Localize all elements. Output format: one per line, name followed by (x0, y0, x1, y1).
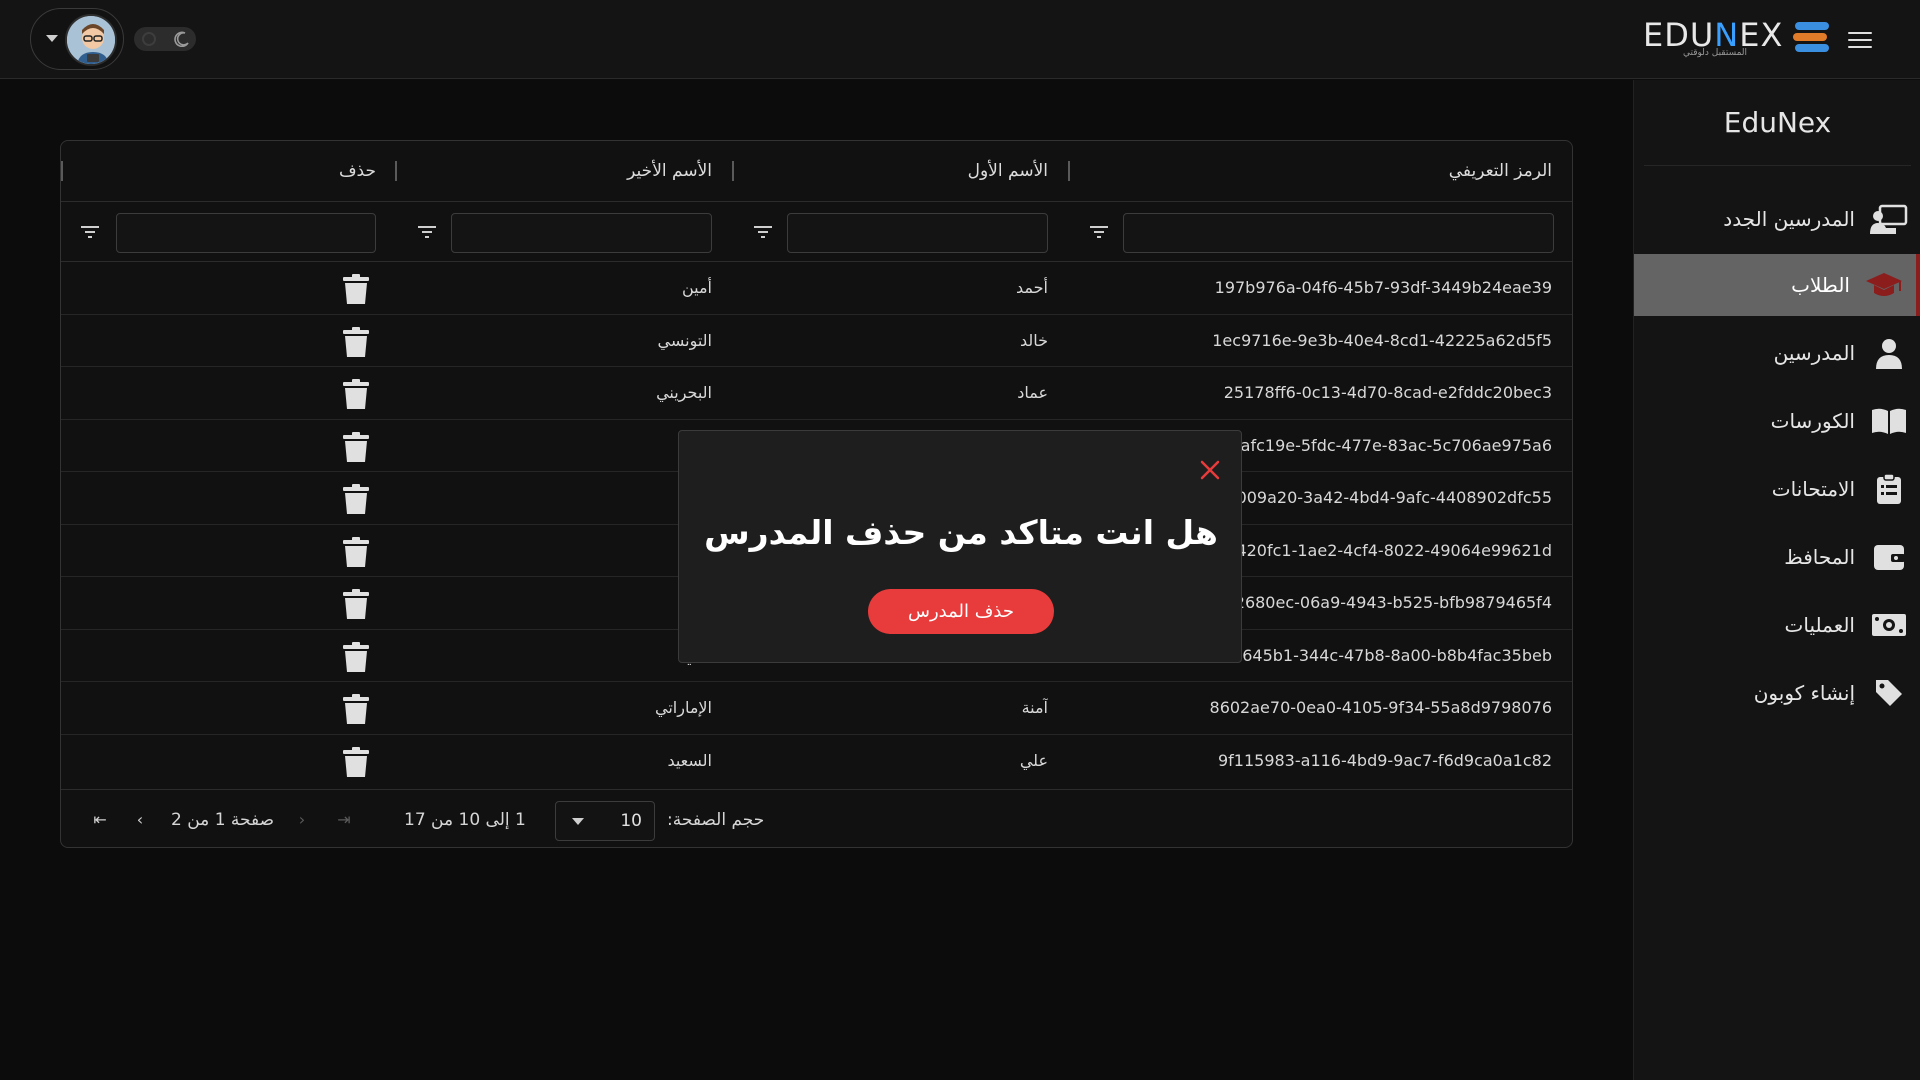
sidebar-item-wallets[interactable]: المحافظ (1634, 526, 1920, 588)
cell-first-name: عماد (1017, 383, 1048, 402)
last-page-button[interactable]: ⇥ (333, 809, 355, 831)
chevron-down-icon (46, 35, 58, 42)
teacher-board-icon (1869, 202, 1909, 236)
cell-first-name: آمنة (1021, 698, 1048, 717)
cell-first-name: علي (1019, 750, 1048, 770)
filter-row (61, 202, 1572, 262)
sidebar-item-courses[interactable]: الكورسات (1634, 390, 1920, 452)
wallet-icon (1869, 540, 1909, 574)
trash-icon[interactable] (342, 273, 370, 305)
filter-input-first-name[interactable] (787, 213, 1048, 253)
cell-last-name: التونسي (657, 330, 712, 350)
sidebar-item-students[interactable]: الطلاب (1634, 254, 1920, 316)
table-row: 25178ff6-0c13-4d70-8cad-e2fddc20bec3 عما… (61, 367, 1572, 420)
chevron-down-icon (572, 818, 584, 825)
first-page-button[interactable]: ⇤ (89, 809, 111, 831)
theme-toggle[interactable] (134, 27, 196, 51)
menu-toggle-button[interactable] (1848, 32, 1872, 50)
tag-icon (1869, 676, 1909, 710)
page-indicator: صفحة 1 من 2 (171, 810, 275, 830)
cell-id: 25178ff6-0c13-4d70-8cad-e2fddc20bec3 (1223, 383, 1552, 402)
avatar (65, 14, 117, 66)
column-header-id[interactable]: الرمز التعريفي (1141, 141, 1552, 202)
trash-icon[interactable] (342, 693, 370, 725)
book-icon (1869, 404, 1909, 438)
trash-icon[interactable] (342, 431, 370, 463)
filter-icon[interactable] (1090, 225, 1108, 239)
sidebar-item-exams[interactable]: الامتحانات (1634, 458, 1920, 520)
sun-icon (142, 32, 156, 46)
sidebar: EduNex المدرسين الجدد الطلاب المدرسين ال… (1633, 80, 1920, 1080)
sidebar-item-create-coupon[interactable]: إنشاء كوبون (1634, 662, 1920, 724)
filter-icon[interactable] (81, 225, 99, 239)
close-icon[interactable] (1199, 459, 1221, 481)
sidebar-item-teachers[interactable]: المدرسين (1634, 322, 1920, 384)
cell-first-name: أحمد (1016, 278, 1048, 297)
cell-id: 9f115983-a116-4bd9-9ac7-f6d9ca0a1c82 (1217, 750, 1552, 770)
column-header-first-name[interactable]: الأسم الأول (801, 141, 1048, 202)
money-icon (1869, 608, 1909, 642)
filter-icon[interactable] (418, 225, 436, 239)
user-icon (1869, 336, 1909, 370)
trash-icon[interactable] (342, 326, 370, 358)
confirm-delete-button[interactable]: حذف المدرس (868, 589, 1054, 634)
cell-last-name: له (461, 420, 712, 472)
column-resize-handle[interactable] (732, 161, 734, 181)
cell-last-name: ري (461, 525, 712, 577)
cell-last-name: علي (461, 630, 712, 682)
next-page-button[interactable]: › (291, 809, 313, 831)
previous-page-button[interactable]: ‹ (129, 809, 151, 831)
table-header: الرمز التعريفي الأسم الأول الأسم الأخير … (61, 141, 1572, 202)
cell-last-name (461, 472, 712, 524)
trash-icon[interactable] (342, 588, 370, 620)
delete-confirm-dialog: هل انت متاكد من حذف المدرس حذف المدرس (678, 430, 1242, 663)
cell-last-name: البحريني (656, 383, 712, 402)
row-range-text: 1 إلى 10 من 17 (404, 810, 526, 830)
cell-id: 1ec9716e-9e3b-40e4-8cd1-42225a62d5f5 (1212, 330, 1552, 350)
moon-icon (174, 31, 189, 47)
column-resize-handle[interactable] (395, 161, 397, 181)
trash-icon[interactable] (342, 536, 370, 568)
trash-icon[interactable] (342, 746, 370, 778)
page-size-label: حجم الصفحة: (667, 810, 765, 830)
dialog-title: هل انت متاكد من حذف المدرس (704, 513, 1218, 552)
table-row: 1ec9716e-9e3b-40e4-8cd1-42225a62d5f5 خال… (61, 315, 1572, 367)
filter-input-id[interactable] (1123, 213, 1554, 253)
filter-input-delete[interactable] (116, 213, 376, 253)
trash-icon[interactable] (342, 378, 370, 410)
sidebar-item-transactions[interactable]: العمليات (1634, 594, 1920, 656)
cell-first-name: خالد (1019, 330, 1048, 350)
filter-input-last-name[interactable] (451, 213, 712, 253)
table-row: 9f115983-a116-4bd9-9ac7-f6d9ca0a1c82 علي… (61, 735, 1572, 788)
cell-id: 197b976a-04f6-45b7-93df-3449b24eae39 (1214, 278, 1552, 297)
edunex-logo: EDUNEX المستقبل دلوقتي (1643, 16, 1833, 62)
trash-icon[interactable] (342, 483, 370, 515)
sidebar-brand-title: EduNex (1644, 100, 1911, 166)
table-row: 8602ae70-0ea0-4105-9f34-55a8d9798076 آمن… (61, 682, 1572, 735)
cell-last-name: الإماراتي (655, 698, 712, 717)
sidebar-item-new-teachers[interactable]: المدرسين الجدد (1634, 188, 1920, 250)
graduation-cap-icon (1864, 268, 1904, 302)
pagination-bar: حجم الصفحة: 10 1 إلى 10 من 17 ⇥ › صفحة 1… (61, 789, 1572, 849)
top-bar: EDUNEX المستقبل دلوقتي (0, 0, 1920, 79)
column-resize-handle[interactable] (1068, 161, 1070, 181)
filter-icon[interactable] (754, 225, 772, 239)
logo-mark-icon (1793, 22, 1829, 52)
cell-last-name: أمين (681, 278, 712, 297)
column-resize-handle[interactable] (61, 161, 63, 181)
column-header-delete[interactable]: حذف (161, 141, 376, 202)
cell-last-name: السعيد (667, 750, 712, 770)
clipboard-icon (1869, 472, 1909, 506)
profile-menu-button[interactable] (30, 8, 124, 70)
table-row: 197b976a-04f6-45b7-93df-3449b24eae39 أحم… (61, 262, 1572, 315)
cell-id: 8602ae70-0ea0-4105-9f34-55a8d9798076 (1209, 698, 1552, 717)
column-header-last-name[interactable]: الأسم الأخير (461, 141, 712, 202)
page-size-select[interactable]: 10 (555, 801, 655, 841)
cell-last-name: ودي (461, 577, 712, 629)
logo-tagline: المستقبل دلوقتي (1683, 48, 1748, 58)
trash-icon[interactable] (342, 641, 370, 673)
